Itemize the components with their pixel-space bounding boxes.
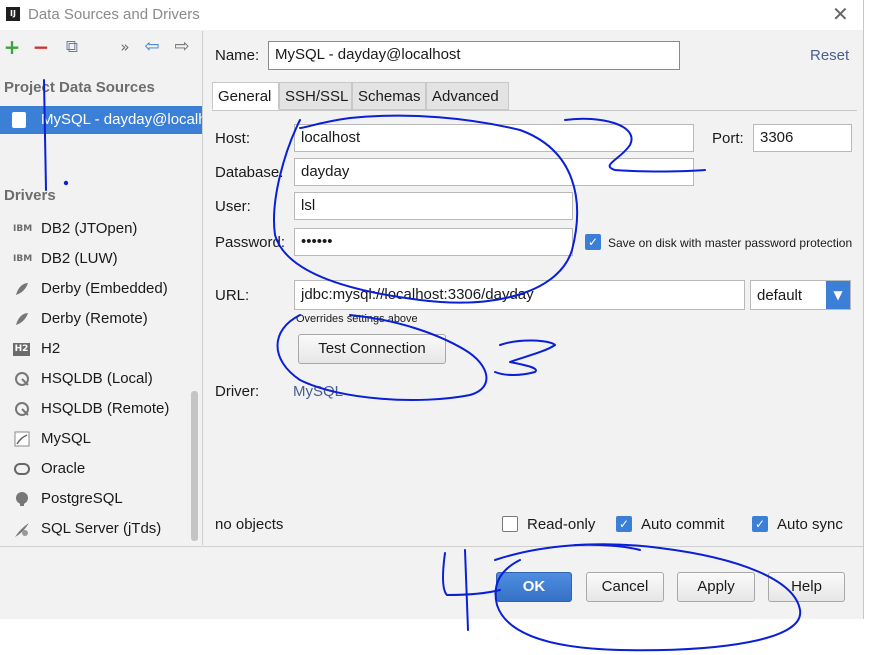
auto-commit-label: Auto commit	[641, 516, 725, 533]
read-only-checkbox[interactable]	[502, 516, 518, 532]
hsqldb-icon	[13, 401, 31, 417]
postgresql-icon	[13, 491, 31, 507]
sqlserver-icon	[13, 521, 31, 537]
database-field[interactable]: dayday	[294, 158, 694, 186]
help-button[interactable]: Help	[768, 572, 845, 602]
sidebar-scrollbar[interactable]	[191, 391, 198, 541]
driver-item-h2[interactable]: H2 H2	[0, 335, 202, 363]
tab-divider	[212, 110, 857, 111]
driver-label: HSQLDB (Remote)	[41, 400, 170, 417]
data-source-label: MySQL - dayday@localhost	[41, 111, 202, 128]
url-mode-select[interactable]: default ▼	[750, 280, 851, 310]
derby-icon	[13, 281, 31, 297]
forward-arrow-icon[interactable]: ⇨	[172, 37, 192, 57]
mysql-icon	[13, 431, 31, 447]
driver-label: PostgreSQL	[41, 490, 123, 507]
save-password-checkbox[interactable]: ✓	[585, 234, 601, 250]
sidebar-toolbar: + − ⧉ » ⇦ ⇨	[0, 31, 202, 65]
driver-item-hsqldb-remote[interactable]: HSQLDB (Remote)	[0, 395, 202, 423]
ibm-icon: IBM	[13, 254, 33, 264]
dialog-window: IJ Data Sources and Drivers ✕ + − ⧉ » ⇦ …	[0, 0, 864, 619]
save-password-label: Save on disk with master password protec…	[608, 236, 853, 250]
driver-item-postgresql[interactable]: PostgreSQL	[0, 485, 202, 513]
driver-label: SQL Server (jTds)	[41, 520, 162, 537]
port-label: Port:	[712, 130, 744, 147]
driver-label: MySQL	[41, 430, 92, 447]
ok-button[interactable]: OK	[496, 572, 572, 602]
title-bar: IJ Data Sources and Drivers ✕	[0, 0, 863, 30]
remove-icon[interactable]: −	[31, 37, 51, 57]
url-hint: Overrides settings above	[296, 313, 418, 325]
user-field[interactable]: lsl	[294, 192, 573, 220]
driver-label: Derby (Embedded)	[41, 280, 168, 297]
ibm-icon: IBM	[13, 224, 33, 234]
hsqldb-icon	[13, 371, 31, 387]
driver-label: DB2 (LUW)	[41, 250, 118, 267]
more-icon[interactable]: »	[115, 37, 135, 57]
auto-commit-checkbox[interactable]: ✓	[616, 516, 632, 532]
close-icon[interactable]: ✕	[832, 2, 849, 26]
reset-link[interactable]: Reset	[810, 47, 849, 64]
driver-item-db2-jtopen[interactable]: IBM DB2 (JTOpen)	[0, 215, 202, 243]
url-mode-value: default	[757, 287, 803, 304]
url-field[interactable]: jdbc:mysql://localhost:3306/dayday	[294, 280, 745, 310]
read-only-label: Read-only	[527, 516, 596, 533]
back-arrow-icon[interactable]: ⇦	[142, 37, 162, 57]
database-icon	[12, 112, 26, 128]
url-label: URL:	[215, 287, 250, 304]
tab-schemas[interactable]: Schemas	[352, 82, 426, 110]
user-label: User:	[215, 198, 251, 215]
port-field[interactable]: 3306	[753, 124, 852, 152]
oracle-icon	[13, 461, 31, 477]
driver-label: Derby (Remote)	[41, 310, 148, 327]
add-icon[interactable]: +	[2, 37, 22, 57]
project-data-sources-header: Project Data Sources	[4, 79, 155, 96]
tab-advanced[interactable]: Advanced	[426, 82, 509, 110]
button-bar: OK Cancel Apply Help	[0, 546, 863, 619]
driver-label: Oracle	[41, 460, 86, 477]
host-label: Host:	[215, 130, 251, 147]
driver-item-oracle[interactable]: Oracle	[0, 455, 202, 483]
sidebar: + − ⧉ » ⇦ ⇨ Project Data Sources MySQL -…	[0, 31, 203, 545]
settings-panel: Name: MySQL - dayday@localhost Reset Gen…	[203, 31, 863, 545]
driver-item-db2-luw[interactable]: IBM DB2 (LUW)	[0, 245, 202, 273]
dropdown-arrow-icon: ▼	[826, 281, 850, 309]
tab-ssh-ssl[interactable]: SSH/SSL	[279, 82, 352, 110]
driver-label: HSQLDB (Local)	[41, 370, 153, 387]
driver-item-derby-remote[interactable]: Derby (Remote)	[0, 305, 202, 333]
driver-item-derby-embedded[interactable]: Derby (Embedded)	[0, 275, 202, 303]
test-connection-button[interactable]: Test Connection	[298, 334, 446, 364]
name-label: Name:	[215, 47, 260, 64]
database-label: Database:	[215, 164, 284, 181]
apply-button[interactable]: Apply	[677, 572, 755, 602]
driver-item-hsqldb-local[interactable]: HSQLDB (Local)	[0, 365, 202, 393]
auto-sync-label: Auto sync	[777, 516, 843, 533]
driver-item-mysql[interactable]: MySQL	[0, 425, 202, 453]
tab-general[interactable]: General	[212, 82, 279, 110]
auto-sync-checkbox[interactable]: ✓	[752, 516, 768, 532]
driver-label: Driver:	[215, 383, 260, 400]
cancel-button[interactable]: Cancel	[586, 572, 664, 602]
duplicate-icon[interactable]: ⧉	[62, 37, 82, 57]
h2-icon: H2	[13, 343, 30, 356]
window-title: Data Sources and Drivers	[28, 6, 200, 23]
password-label: Password:	[215, 234, 286, 251]
driver-label: H2	[41, 340, 61, 357]
intellij-icon: IJ	[6, 7, 20, 21]
derby-icon	[13, 311, 31, 327]
data-source-item-mysql[interactable]: MySQL - dayday@localhost	[0, 106, 202, 134]
password-field[interactable]: ••••••	[294, 228, 573, 256]
host-field[interactable]: localhost	[294, 124, 694, 152]
name-field[interactable]: MySQL - dayday@localhost	[268, 41, 680, 70]
driver-label: DB2 (JTOpen)	[41, 220, 138, 237]
drivers-header: Drivers	[4, 187, 56, 204]
driver-item-sql-server-jtds[interactable]: SQL Server (jTds)	[0, 515, 202, 543]
objects-status: no objects	[215, 516, 284, 533]
driver-link[interactable]: MySQL	[293, 383, 343, 400]
